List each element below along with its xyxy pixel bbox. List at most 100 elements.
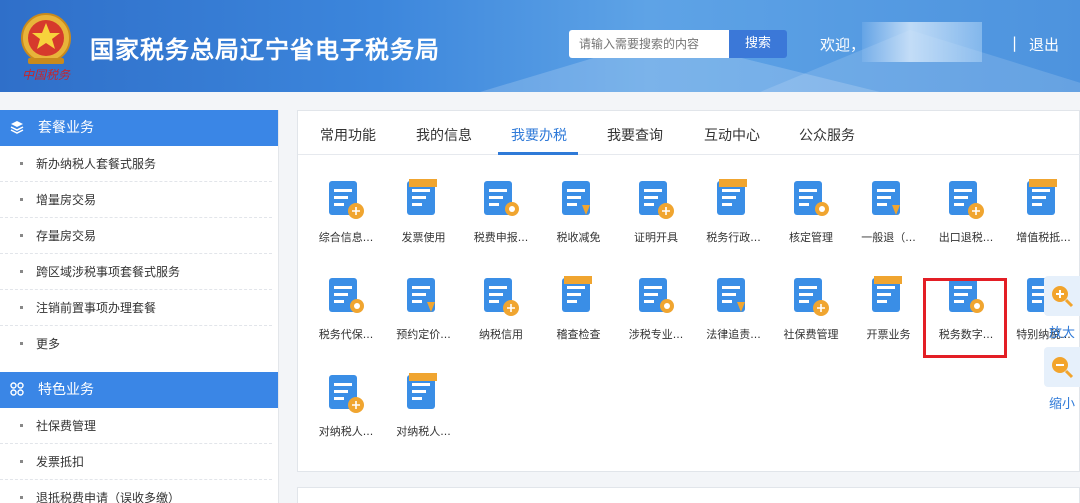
inspect-shield-icon [561,276,592,312]
tab-do-tax[interactable]: 我要办税 [511,125,567,145]
sidebar-item[interactable]: 社保费管理 [0,408,272,444]
main-panel: 常用功能 我的信息 我要办税 我要查询 互动中心 公众服务 综合信息... 发票使… [297,110,1080,472]
tab-my-info[interactable]: 我的信息 [416,125,472,145]
sidebar-item-label: 注销前置事项办理套餐 [36,301,157,315]
sidebar-item-label: 退抵税费申请（误收多缴） [36,491,181,503]
refund-icon [871,181,900,215]
tile-label: 社保费管理 [783,328,839,341]
zoom-widget: 放大 缩小 [1044,276,1080,412]
welcome-text: 欢迎， [820,36,866,54]
tile-admin-doc[interactable]: 税务行政... [698,175,770,255]
redacted-username [862,22,982,62]
approval-icon [794,181,829,216]
tax-emblem-icon [21,13,71,64]
taxpayer-clock-icon [406,373,437,409]
tile-refund[interactable]: 一般退（... [853,175,925,255]
tile-label: 出口退税... [938,231,994,244]
tile-label: 核定管理 [789,231,833,244]
grid-icon [10,372,24,408]
tax-relief-icon [561,181,590,215]
tile-info-report[interactable]: 综合信息... [310,175,382,255]
sidebar-item-label: 跨区域涉税事项套餐式服务 [36,265,181,279]
site-title: 国家税务总局辽宁省电子税务局 [90,36,440,64]
sidebar-item[interactable]: 退抵税费申请（误收多缴） [0,480,272,503]
tile-label: 税务代保... [318,328,374,341]
tile-label: 税务行政... [706,231,761,244]
tile-coin-stack[interactable]: 税务代保... [310,272,382,352]
sidebar-item[interactable]: 注销前置事项办理套餐 [0,290,272,326]
sidebar-item[interactable]: 存量房交易 [0,218,272,254]
tab-common[interactable]: 常用功能 [320,125,376,145]
issue-invoice-icon [871,276,902,312]
tile-calendar-check[interactable]: 预约定价... [388,272,460,352]
tab-query[interactable]: 我要查询 [607,125,663,145]
sidebar-item-label: 社保费管理 [36,419,97,433]
header-banner: 中国税务 国家税务总局辽宁省电子税务局 搜索 欢迎， | 退出 [0,0,1080,92]
calendar-check-icon [406,278,435,312]
tile-label: 法律追责... [706,328,761,341]
tile-tax-declare[interactable]: 税费申报... [465,175,537,255]
tile-label: 开票业务 [866,328,911,341]
logout-link[interactable]: 退出 [1029,34,1059,55]
tile-law-book[interactable]: 法律追责... [698,272,770,352]
zoom-in-icon [1052,286,1074,308]
zoom-out-label[interactable]: 缩小 [1044,393,1080,412]
tile-label: 预约定价... [396,328,451,341]
tile-issue-invoice[interactable]: 开票业务 [853,272,925,352]
tab-bar: 常用功能 我的信息 我要办税 我要查询 互动中心 公众服务 [298,111,1080,155]
tile-label: 对纳税人... [318,425,374,438]
tile-label: 综合信息... [318,231,374,244]
search-input[interactable] [569,30,729,58]
lower-panel [297,487,1080,503]
sidebar-item-label: 存量房交易 [36,229,97,243]
info-report-icon [329,181,364,219]
sidebar-item-label: 更多 [36,337,61,351]
tile-label: 纳税信用 [479,328,523,341]
vat-credit-icon [1026,179,1057,215]
zoom-out-button[interactable] [1044,347,1080,387]
tile-certificate[interactable]: 证明开具 [620,175,692,255]
tile-label: 对纳税人... [396,425,451,438]
active-tab-underline [498,152,578,155]
tab-interaction[interactable]: 互动中心 [704,125,760,145]
layers-icon [10,110,24,146]
law-book-icon [716,278,745,312]
tile-vat-credit[interactable]: 增值税抵... [1008,175,1080,255]
tile-export-refund[interactable]: 出口退税... [930,175,1002,255]
tile-inspect-shield[interactable]: 稽查检查 [543,272,615,352]
tile-invoice[interactable]: 发票使用 [388,175,460,255]
zoom-in-button[interactable] [1044,276,1080,316]
sidebar-item[interactable]: 发票抵扣 [0,444,272,480]
sidebar-item[interactable]: 新办纳税人套餐式服务 [0,146,272,182]
tile-social-security[interactable]: 社保费管理 [775,272,847,352]
tile-tax-relief[interactable]: 税收减免 [543,175,615,255]
social-security-icon [794,278,829,316]
tile-label: 发票使用 [401,231,446,244]
coin-stack-icon [329,278,364,313]
sidebar-item-more[interactable]: 更多 [0,326,272,362]
sidebar: 套餐业务 新办纳税人套餐式服务 增量房交易 存量房交易 跨区域涉税事项套餐式服务… [0,110,279,503]
tile-bank-doc[interactable]: 涉税专业... [620,272,692,352]
invoice-icon [406,179,437,215]
tile-label: 涉税专业... [628,328,684,341]
sidebar-item[interactable]: 跨区域涉税事项套餐式服务 [0,254,272,290]
tile-label: 增值税抵... [1016,231,1071,244]
sidebar-item[interactable]: 增量房交易 [0,182,272,218]
separator: | [1012,34,1018,52]
tile-label: 税费申报... [473,231,529,244]
tile-credit-shield[interactable]: 纳税信用 [465,272,537,352]
tile-taxpayer-coin[interactable]: 对纳税人... [310,369,382,449]
sidebar-item-label: 增量房交易 [36,193,97,207]
tile-approval[interactable]: 核定管理 [775,175,847,255]
bank-doc-icon [639,278,674,313]
tile-taxpayer-clock[interactable]: 对纳税人... [388,369,460,449]
sidebar-section-package[interactable]: 套餐业务 [0,110,278,146]
tile-label: 证明开具 [634,231,678,244]
search-button[interactable]: 搜索 [729,30,787,58]
tab-public-service[interactable]: 公众服务 [799,125,855,145]
export-refund-icon [949,181,984,219]
tile-label: 税收减免 [556,231,601,244]
zoom-out-icon [1052,357,1074,379]
sidebar-section-featured[interactable]: 特色业务 [0,372,278,408]
zoom-in-label[interactable]: 放大 [1044,322,1080,341]
